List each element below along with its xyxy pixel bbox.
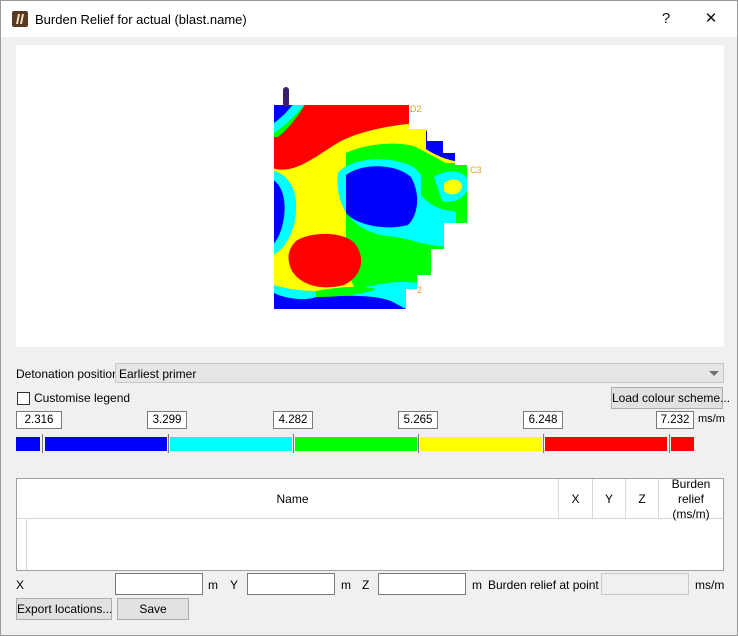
column-header-burden-relief[interactable]: Burden relief (ms/m) (658, 477, 723, 521)
contour-plot: D2 C3 2 (274, 87, 482, 309)
burden-relief-dialog: Burden Relief for actual (blast.name) ? … (0, 0, 738, 636)
legend-swatch-green (295, 437, 417, 451)
column-header-name[interactable]: Name (27, 479, 558, 519)
column-header-z[interactable]: Z (625, 479, 658, 519)
x-label: X (16, 578, 25, 592)
burden-relief-unit: ms/m (695, 578, 725, 592)
export-locations-button[interactable]: Export locations... (16, 598, 112, 620)
app-logo-icon (12, 11, 28, 27)
customise-legend-label[interactable]: Customise legend (34, 391, 130, 405)
customise-legend-checkbox[interactable] (17, 392, 30, 405)
title-bar: Burden Relief for actual (blast.name) ? … (1, 1, 737, 37)
burden-relief-map[interactable]: D2 C3 2 (16, 45, 724, 347)
legend-tick[interactable]: 5.265 (398, 411, 438, 429)
detonation-position-label: Detonation position (16, 367, 119, 381)
legend-divider[interactable] (543, 434, 544, 453)
detonation-position-value: Earliest primer (119, 367, 197, 381)
legend-swatch-cyan (170, 437, 292, 451)
legend-divider[interactable] (418, 434, 419, 453)
legend-swatch-blue (45, 437, 167, 451)
legend-swatch-red-high (671, 437, 694, 451)
burden-relief-at-point-field (601, 573, 689, 595)
z-unit: m (472, 578, 482, 592)
table-header: Name X Y Z Burden relief (ms/m) (17, 477, 723, 521)
column-header-y[interactable]: Y (592, 479, 625, 519)
x-unit: m (208, 578, 218, 592)
burden-relief-at-point-label: Burden relief at point (488, 578, 599, 592)
hole-label-2: 2 (417, 285, 422, 295)
y-field[interactable] (247, 573, 335, 595)
detonation-position-select[interactable]: Earliest primer (115, 363, 724, 383)
close-button[interactable]: ✕ (691, 7, 731, 31)
legend-tick[interactable]: 4.282 (273, 411, 313, 429)
y-unit: m (341, 578, 351, 592)
legend-divider[interactable] (669, 434, 670, 453)
window-title: Burden Relief for actual (blast.name) (35, 12, 247, 27)
detonator-marker (283, 87, 289, 107)
column-header-x[interactable]: X (558, 479, 592, 519)
legend-divider[interactable] (42, 434, 43, 453)
help-button[interactable]: ? (646, 7, 686, 31)
legend-divider[interactable] (168, 434, 169, 453)
chevron-down-icon (709, 371, 719, 376)
legend-unit: ms/m (698, 413, 725, 425)
load-colour-scheme-button[interactable]: Load colour scheme... (611, 387, 730, 409)
legend-swatch-yellow (420, 437, 542, 451)
hole-label-d2: D2 (410, 104, 422, 114)
legend-swatch-red (545, 437, 667, 451)
legend-divider[interactable] (293, 434, 294, 453)
legend-tick[interactable]: 2.316 (16, 411, 62, 429)
y-label: Y (230, 578, 239, 592)
legend-tick[interactable]: 3.299 (147, 411, 187, 429)
legend-swatch-blue-low (16, 437, 40, 451)
z-label: Z (362, 578, 370, 592)
legend-tick[interactable]: 7.232 (656, 411, 694, 429)
locations-table[interactable]: Name X Y Z Burden relief (ms/m) (16, 477, 724, 571)
save-button[interactable]: Save (117, 598, 189, 620)
hole-label-c3: C3 (470, 165, 482, 175)
z-field[interactable] (378, 573, 466, 595)
x-field[interactable] (115, 573, 203, 595)
legend-tick[interactable]: 6.248 (523, 411, 563, 429)
